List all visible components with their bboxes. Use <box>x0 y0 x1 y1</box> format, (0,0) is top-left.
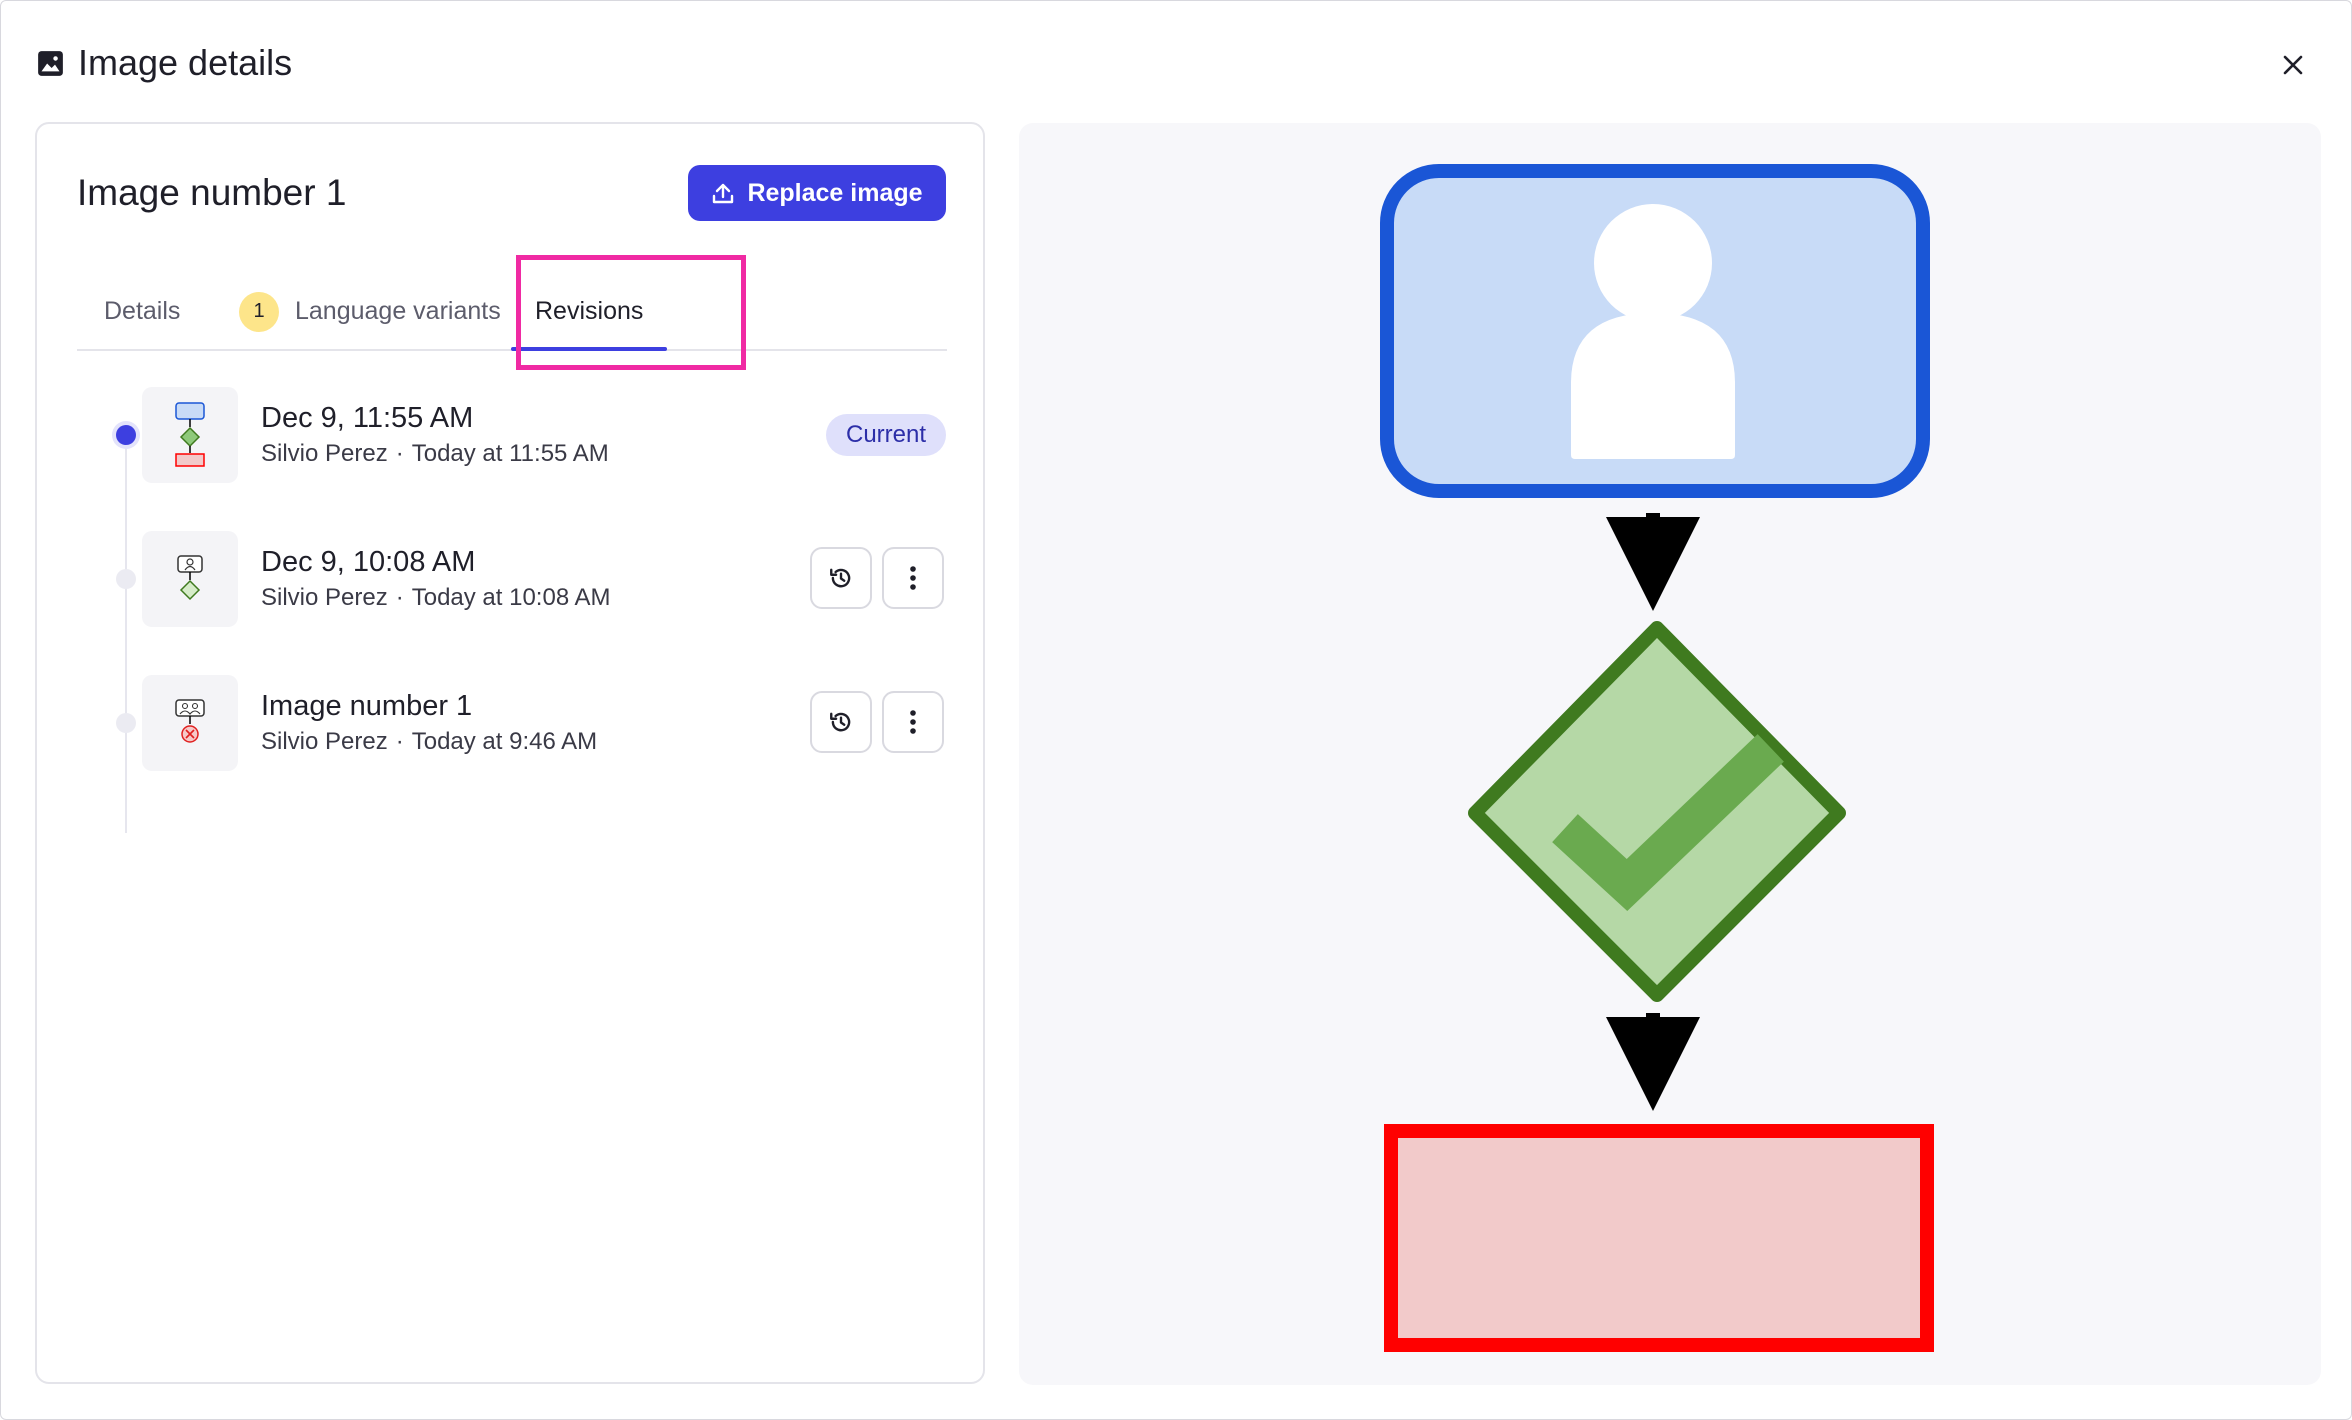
revision-author: Silvio Perez <box>261 440 388 467</box>
meta-separator: · <box>395 440 404 467</box>
revision-title: Image number 1 <box>261 690 473 722</box>
replace-image-button[interactable]: Replace image <box>688 165 946 221</box>
revision-time: Today at 10:08 AM <box>411 584 611 611</box>
revision-more-button[interactable] <box>882 547 944 609</box>
revision-author: Silvio Perez <box>261 728 388 755</box>
meta-separator: · <box>395 584 404 611</box>
timeline-dot-current <box>116 425 136 445</box>
upload-icon <box>713 183 734 204</box>
revision-meta: Silvio Perez · Today at 11:55 AM <box>261 440 609 468</box>
timeline-dot <box>116 569 136 589</box>
history-icon <box>830 568 851 588</box>
revision-time: Today at 11:55 AM <box>411 440 609 467</box>
close-icon <box>2283 55 2303 75</box>
revision-thumbnail <box>142 675 238 771</box>
image-preview <box>1019 123 2321 1385</box>
arrow-down-1 <box>1606 517 1700 611</box>
revision-title: Dec 9, 10:08 AM <box>261 546 476 578</box>
replace-image-label: Replace image <box>747 178 923 207</box>
revisions-tab-highlight <box>516 255 746 370</box>
tab-language-variants[interactable]: 1 Language variants <box>239 274 501 349</box>
image-details-dialog: Image details Image number 1 Replace ima… <box>0 0 2352 1420</box>
revisions-panel: Image number 1 Replace image Details 1 L… <box>35 122 985 1384</box>
revision-time: Today at 9:46 AM <box>411 728 598 755</box>
tab-language-variants-label: Language variants <box>295 297 501 325</box>
flowchart-preview <box>1380 164 1934 1352</box>
dialog-title: Image details <box>78 42 293 83</box>
revision-title: Dec 9, 11:55 AM <box>261 402 474 434</box>
image-icon <box>38 50 63 76</box>
tab-details-label: Details <box>104 297 181 325</box>
timeline-dot <box>116 713 136 733</box>
more-vertical-icon <box>910 710 916 734</box>
panel-heading: Image number 1 <box>77 172 347 213</box>
dialog-header: Image details <box>37 39 292 87</box>
arrow-down-2 <box>1606 1017 1700 1111</box>
revision-more-button[interactable] <box>882 691 944 753</box>
meta-separator: · <box>395 728 404 755</box>
tab-bar: Details 1 Language variants Revisions <box>77 274 947 351</box>
revision-meta: Silvio Perez · Today at 9:46 AM <box>261 728 597 756</box>
restore-revision-button[interactable] <box>810 547 872 609</box>
current-revision-badge: Current <box>826 414 946 456</box>
revision-meta: Silvio Perez · Today at 10:08 AM <box>261 584 611 612</box>
history-icon <box>830 712 851 732</box>
timeline-connector <box>125 437 127 833</box>
tab-details[interactable]: Details <box>104 274 180 349</box>
close-button[interactable] <box>2273 45 2313 85</box>
revision-author: Silvio Perez <box>261 584 388 611</box>
end-box <box>1384 1124 1934 1352</box>
more-vertical-icon <box>910 566 916 590</box>
revision-thumbnail <box>142 531 238 627</box>
revision-thumbnail <box>142 387 238 483</box>
restore-revision-button[interactable] <box>810 691 872 753</box>
decision-diamond <box>1468 621 1846 1002</box>
language-variants-count-badge: 1 <box>239 291 279 332</box>
